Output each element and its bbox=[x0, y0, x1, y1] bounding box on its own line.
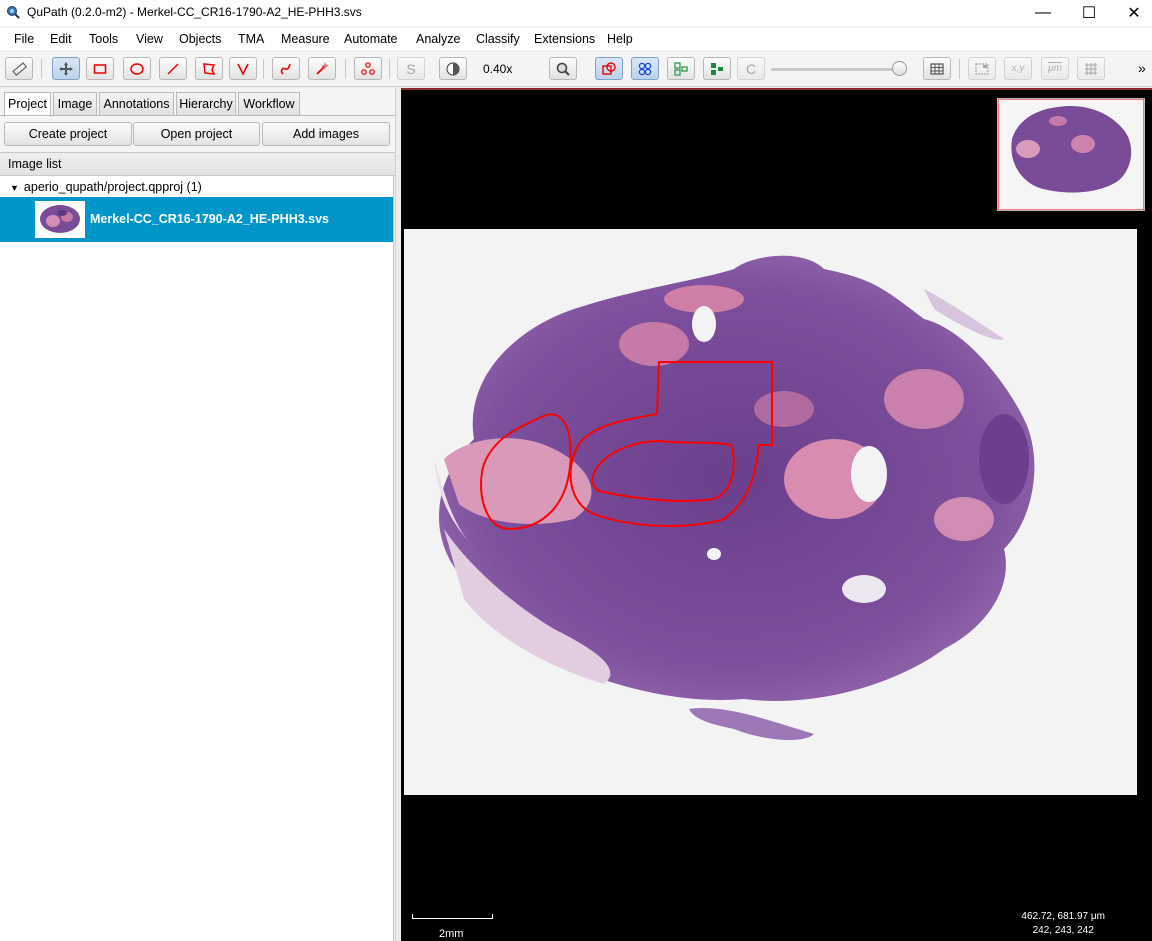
brightness-contrast-button[interactable] bbox=[439, 57, 467, 80]
menu-objects[interactable]: Objects bbox=[179, 32, 221, 46]
list-item[interactable]: Merkel-CC_CR16-1790-A2_HE-PHH3.svs bbox=[0, 197, 393, 242]
show-detections-button[interactable] bbox=[667, 57, 695, 80]
slide-image[interactable] bbox=[404, 229, 1137, 795]
image-thumbnail bbox=[35, 201, 85, 238]
show-connections-button[interactable]: C bbox=[737, 57, 765, 80]
maximize-button[interactable]: ☐ bbox=[1066, 0, 1112, 26]
line-tool-button[interactable] bbox=[159, 57, 187, 80]
show-overview-button[interactable] bbox=[968, 57, 996, 80]
image-viewer[interactable]: 2mm 462.72, 681.97 μm 242, 243, 242 bbox=[401, 88, 1152, 941]
scale-bar-label: 2mm bbox=[439, 928, 464, 940]
tab-workflow[interactable]: Workflow bbox=[238, 92, 300, 115]
menu-analyze[interactable]: Analyze bbox=[416, 32, 460, 46]
menu-measure[interactable]: Measure bbox=[281, 32, 330, 46]
selection-mode-letter: S bbox=[406, 60, 416, 77]
measurement-table-button[interactable] bbox=[923, 57, 951, 80]
tab-image[interactable]: Image bbox=[53, 92, 97, 115]
opacity-slider-track[interactable] bbox=[771, 68, 901, 71]
show-scalebar-button[interactable]: μm bbox=[1041, 57, 1069, 80]
magic-wand-icon bbox=[316, 61, 329, 75]
ellipse-icon bbox=[130, 62, 144, 75]
menu-classify[interactable]: Classify bbox=[476, 32, 520, 46]
points-icon bbox=[361, 61, 375, 75]
menu-tma[interactable]: TMA bbox=[238, 32, 264, 46]
overview-thumbnail[interactable] bbox=[997, 98, 1145, 211]
image-list: ▼ aperio_qupath/project.qpproj (1) Merkel… bbox=[0, 176, 394, 941]
menu-file[interactable]: File bbox=[14, 32, 34, 46]
coordinate-label: x,y bbox=[1011, 63, 1025, 74]
cursor-position: 462.72, 681.97 μm bbox=[1021, 911, 1105, 922]
connections-letter: C bbox=[745, 60, 757, 77]
zoom-icon bbox=[556, 62, 570, 76]
tab-hierarchy[interactable]: Hierarchy bbox=[176, 92, 236, 115]
wand-tool-button[interactable] bbox=[308, 57, 336, 80]
grid-icon bbox=[1085, 62, 1097, 75]
scale-bar bbox=[412, 918, 492, 919]
add-images-button[interactable]: Add images bbox=[262, 122, 390, 146]
open-project-button[interactable]: Open project bbox=[133, 122, 260, 146]
toolbar: S 0.40x C x,y μm » bbox=[0, 52, 1152, 87]
minimize-button[interactable]: — bbox=[1020, 0, 1066, 26]
polyline-tool-button[interactable] bbox=[229, 57, 257, 80]
tma-grid-icon bbox=[638, 62, 652, 75]
project-name: aperio_qupath/project.qpproj (1) bbox=[23, 180, 202, 194]
cursor-location: 462.72, 681.97 μm 242, 243, 242 bbox=[1021, 910, 1105, 938]
micron-label: μm bbox=[1048, 63, 1062, 74]
polygon-icon bbox=[203, 62, 216, 75]
menu-bar: File Edit Tools View Objects TMA Measure… bbox=[0, 28, 1152, 50]
image-list-header: Image list bbox=[0, 152, 395, 176]
detections-icon bbox=[674, 61, 688, 76]
opacity-slider-thumb[interactable] bbox=[892, 61, 907, 76]
points-tool-button[interactable] bbox=[354, 57, 382, 80]
show-annotations-button[interactable] bbox=[595, 57, 623, 80]
menu-tools[interactable]: Tools bbox=[89, 32, 118, 46]
brush-tool-button[interactable] bbox=[272, 57, 300, 80]
project-node[interactable]: ▼ aperio_qupath/project.qpproj (1) bbox=[10, 180, 202, 194]
overview-icon bbox=[975, 62, 989, 75]
expand-arrow-icon[interactable]: ▼ bbox=[10, 183, 19, 193]
analysis-panel: Project Image Annotations Hierarchy Work… bbox=[0, 88, 395, 941]
show-grid-button[interactable] bbox=[1077, 57, 1105, 80]
ruler-icon bbox=[12, 61, 27, 76]
brush-icon bbox=[280, 63, 291, 75]
create-project-button[interactable]: Create project bbox=[4, 122, 132, 146]
rectangle-tool-button[interactable] bbox=[86, 57, 114, 80]
show-tma-grid-button[interactable] bbox=[631, 57, 659, 80]
tab-annotations[interactable]: Annotations bbox=[99, 92, 174, 115]
table-icon bbox=[930, 62, 944, 75]
rectangle-icon bbox=[93, 63, 107, 74]
menu-edit[interactable]: Edit bbox=[50, 32, 72, 46]
show-location-button[interactable]: x,y bbox=[1004, 57, 1032, 80]
zoom-to-fit-button[interactable] bbox=[549, 57, 577, 80]
menu-view[interactable]: View bbox=[136, 32, 163, 46]
move-icon bbox=[59, 61, 73, 76]
ellipse-tool-button[interactable] bbox=[123, 57, 151, 80]
polygon-tool-button[interactable] bbox=[195, 57, 223, 80]
window-title: QuPath (0.2.0-m2) - Merkel-CC_CR16-1790-… bbox=[27, 5, 362, 19]
filled-detections-icon bbox=[711, 62, 723, 75]
image-name: Merkel-CC_CR16-1790-A2_HE-PHH3.svs bbox=[90, 212, 329, 226]
selection-mode-button[interactable]: S bbox=[397, 57, 425, 80]
polyline-icon bbox=[237, 63, 249, 76]
annotations-icon bbox=[602, 61, 616, 75]
menu-help[interactable]: Help bbox=[607, 32, 633, 46]
move-tool-button[interactable] bbox=[52, 57, 80, 80]
title-bar: QuPath (0.2.0-m2) - Merkel-CC_CR16-1790-… bbox=[0, 0, 1152, 26]
measure-tool-button[interactable] bbox=[5, 57, 33, 80]
tab-project[interactable]: Project bbox=[4, 92, 51, 117]
line-icon bbox=[167, 62, 179, 75]
contrast-icon bbox=[446, 61, 460, 76]
menu-automate[interactable]: Automate bbox=[344, 32, 398, 46]
qupath-logo-icon bbox=[7, 6, 20, 19]
zoom-level: 0.40x bbox=[483, 62, 513, 76]
close-button[interactable]: ✕ bbox=[1111, 0, 1152, 26]
cursor-rgb: 242, 243, 242 bbox=[1032, 925, 1094, 936]
fill-detections-button[interactable] bbox=[703, 57, 731, 80]
toolbar-overflow-button[interactable]: » bbox=[1138, 60, 1146, 76]
menu-extensions[interactable]: Extensions bbox=[534, 32, 595, 46]
